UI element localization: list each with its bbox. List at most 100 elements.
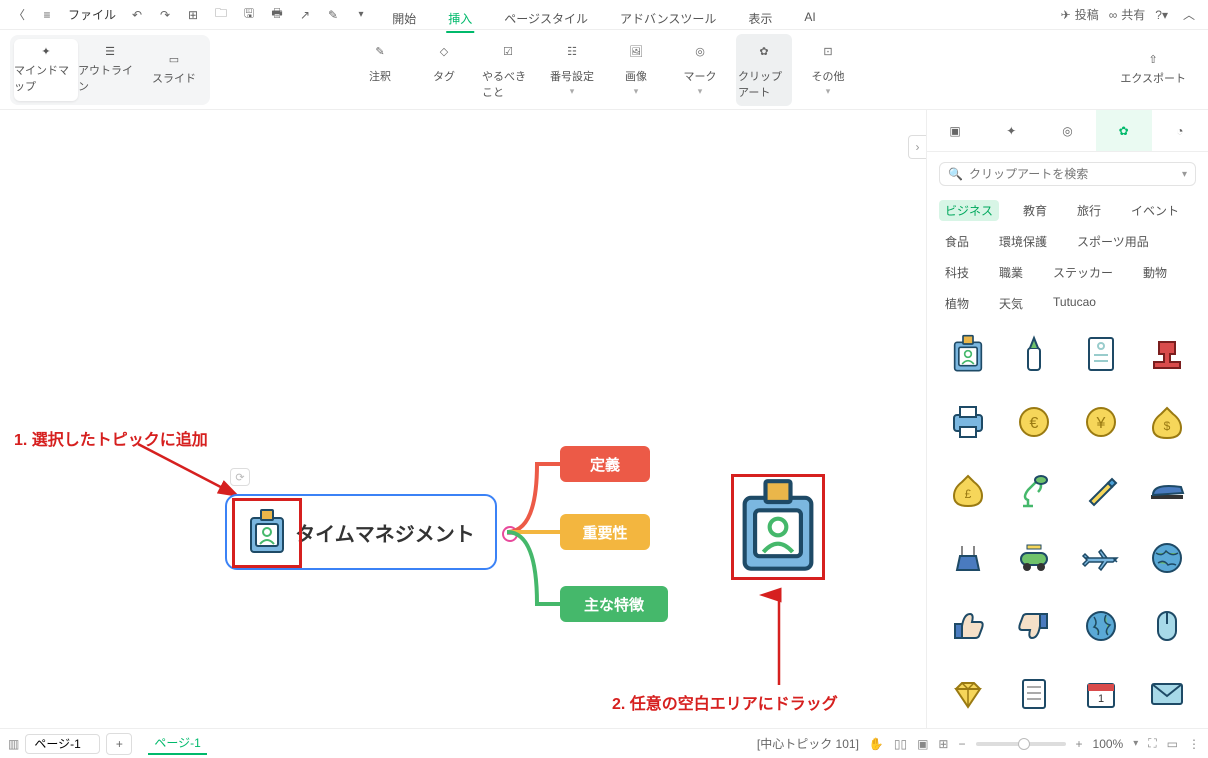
side-collapse-button[interactable]: › bbox=[908, 135, 926, 159]
cat-animal[interactable]: 動物 bbox=[1137, 262, 1173, 283]
clip-thumbs-down[interactable] bbox=[1007, 602, 1061, 650]
cat-job[interactable]: 職業 bbox=[993, 262, 1029, 283]
zoom-out-button[interactable]: − bbox=[958, 737, 965, 751]
chevron-down-icon[interactable]: ▾ bbox=[1133, 738, 1138, 749]
clip-stapler[interactable] bbox=[1140, 466, 1194, 514]
focus-icon[interactable]: ▣ bbox=[917, 737, 928, 751]
export-quick-icon[interactable]: ↗ bbox=[294, 4, 316, 26]
fullscreen-icon[interactable]: ⛶ bbox=[1148, 736, 1156, 751]
insert-other[interactable]: ⊡その他▾ bbox=[800, 34, 856, 106]
clip-printer[interactable] bbox=[941, 398, 995, 446]
topic-handle[interactable]: ⟳ bbox=[230, 468, 250, 486]
share-button[interactable]: ∞共有 bbox=[1109, 6, 1146, 23]
clip-paper[interactable] bbox=[1007, 670, 1061, 718]
view-outline[interactable]: ☰ アウトライン bbox=[78, 39, 142, 101]
chevron-down-icon[interactable]: ▾ bbox=[1182, 169, 1187, 180]
post-button[interactable]: ✈投稿 bbox=[1061, 6, 1099, 23]
clip-calendar[interactable]: 1 bbox=[1074, 670, 1128, 718]
clip-plane[interactable] bbox=[1074, 534, 1128, 582]
clip-glue[interactable] bbox=[1007, 330, 1061, 378]
tab-pagestyle[interactable]: ページスタイル bbox=[502, 6, 590, 33]
child-topic-1[interactable]: 定義 bbox=[560, 446, 650, 482]
cat-weather[interactable]: 天気 bbox=[993, 293, 1029, 314]
redo-icon[interactable]: ↷ bbox=[154, 4, 176, 26]
clip-mouse[interactable] bbox=[1140, 602, 1194, 650]
print-icon[interactable]: 🖶 bbox=[266, 4, 288, 26]
file-menu[interactable]: ファイル bbox=[68, 6, 116, 23]
cat-sports[interactable]: スポーツ用品 bbox=[1071, 231, 1155, 252]
sidetab-mark[interactable]: ◎ bbox=[1039, 110, 1095, 151]
clip-binder-clip[interactable] bbox=[941, 534, 995, 582]
open-icon[interactable]: 🗀 bbox=[210, 4, 232, 26]
insert-mark[interactable]: ◎マーク▾ bbox=[672, 34, 728, 106]
view-mindmap[interactable]: ✦ マインドマップ bbox=[14, 39, 78, 101]
clipart-search[interactable]: 🔍 ▾ bbox=[939, 162, 1196, 186]
cat-education[interactable]: 教育 bbox=[1017, 200, 1053, 221]
clip-stamp[interactable] bbox=[1140, 330, 1194, 378]
share-quick-icon[interactable]: ✎ bbox=[322, 4, 344, 26]
collapse-ribbon-icon[interactable]: ︿ bbox=[1178, 4, 1200, 26]
add-page-button[interactable]: + bbox=[106, 733, 132, 755]
clip-pound-bag[interactable]: £ bbox=[941, 466, 995, 514]
tab-start[interactable]: 開始 bbox=[390, 6, 418, 33]
tab-insert[interactable]: 挿入 bbox=[446, 6, 474, 33]
insert-numbering[interactable]: ☷番号設定▾ bbox=[544, 34, 600, 106]
cat-env[interactable]: 環境保護 bbox=[993, 231, 1053, 252]
clip-yen[interactable]: ¥ bbox=[1074, 398, 1128, 446]
save-icon[interactable]: 🖫 bbox=[238, 4, 260, 26]
sidetab-ai[interactable]: ✦ bbox=[983, 110, 1039, 151]
clip-moneybag[interactable]: $ bbox=[1140, 398, 1194, 446]
help-button[interactable]: ?▾ bbox=[1155, 8, 1168, 22]
cat-food[interactable]: 食品 bbox=[939, 231, 975, 252]
view-slide[interactable]: ▭ スライド bbox=[142, 39, 206, 101]
pages-icon[interactable]: ▥ bbox=[8, 737, 19, 751]
insert-note[interactable]: ✎注釈 bbox=[352, 34, 408, 106]
insert-image[interactable]: 🖼画像▾ bbox=[608, 34, 664, 106]
sidetab-style[interactable]: ▣ bbox=[927, 110, 983, 151]
zoom-slider[interactable] bbox=[976, 742, 1066, 746]
insert-clipart[interactable]: ✿クリップアート bbox=[736, 34, 792, 106]
clip-envelope[interactable] bbox=[1140, 670, 1194, 718]
page-tab[interactable]: ページ-1 bbox=[148, 732, 206, 755]
child-topic-2[interactable]: 重要性 bbox=[560, 514, 650, 550]
cat-travel[interactable]: 旅行 bbox=[1071, 200, 1107, 221]
insert-todo[interactable]: ☑やるべきこと bbox=[480, 34, 536, 106]
split-icon[interactable]: ▯▯ bbox=[894, 737, 907, 751]
cat-tech[interactable]: 科技 bbox=[939, 262, 975, 283]
clip-car[interactable] bbox=[1007, 534, 1061, 582]
back-icon[interactable]: 〈 bbox=[8, 4, 30, 26]
page-select[interactable]: ページ-1 bbox=[25, 734, 100, 754]
cat-business[interactable]: ビジネス bbox=[939, 200, 999, 221]
clip-euro[interactable]: € bbox=[1007, 398, 1061, 446]
cat-plant[interactable]: 植物 bbox=[939, 293, 975, 314]
undo-icon[interactable]: ↶ bbox=[126, 4, 148, 26]
cat-sticker[interactable]: ステッカー bbox=[1047, 262, 1119, 283]
canvas[interactable]: 1. 選択したトピックに追加 ⟳ タイムマネジメント − 定義 重要性 主な特徴… bbox=[0, 110, 926, 728]
tab-advanced[interactable]: アドバンスツール bbox=[618, 6, 718, 33]
cat-tutucao[interactable]: Tutucao bbox=[1047, 293, 1102, 314]
more-quick-icon[interactable]: ▾ bbox=[350, 4, 372, 26]
clip-lamp[interactable] bbox=[1007, 466, 1061, 514]
clip-earth[interactable] bbox=[1074, 602, 1128, 650]
clip-pencil[interactable] bbox=[1074, 466, 1128, 514]
clip-document[interactable] bbox=[1074, 330, 1128, 378]
export-button[interactable]: ⇧ エクスポート bbox=[1120, 53, 1198, 86]
clip-globe[interactable] bbox=[1140, 534, 1194, 582]
zoom-in-button[interactable]: + bbox=[1076, 737, 1083, 751]
fit-icon[interactable]: ▭ bbox=[1167, 737, 1178, 751]
cat-event[interactable]: イベント bbox=[1125, 200, 1185, 221]
new-icon[interactable]: ⊞ bbox=[182, 4, 204, 26]
more-status-icon[interactable]: ⋮ bbox=[1188, 737, 1200, 751]
menu-icon[interactable]: ≡ bbox=[36, 4, 58, 26]
hand-icon[interactable]: ✋ bbox=[869, 737, 884, 751]
sidetab-clipart[interactable]: ✿ bbox=[1096, 110, 1152, 151]
tab-ai[interactable]: AI bbox=[802, 6, 817, 33]
clipart-search-input[interactable] bbox=[969, 167, 1176, 181]
grid-icon[interactable]: ⊞ bbox=[938, 737, 948, 751]
insert-tag[interactable]: ◇タグ bbox=[416, 34, 472, 106]
child-topic-3[interactable]: 主な特徴 bbox=[560, 586, 668, 622]
clip-id-badge[interactable] bbox=[941, 330, 995, 378]
clip-diamond[interactable] bbox=[941, 670, 995, 718]
sidetab-history[interactable]: ◔ bbox=[1152, 110, 1208, 151]
clip-thumbs-up[interactable] bbox=[941, 602, 995, 650]
